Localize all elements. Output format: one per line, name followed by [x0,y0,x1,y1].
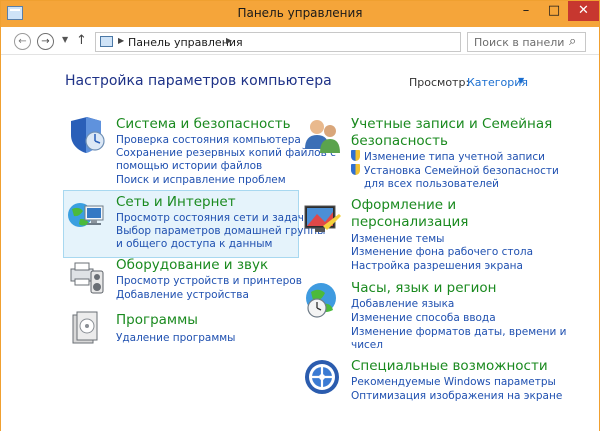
main-content: Настройка параметров компьютера Просмотр… [1,56,599,431]
back-button[interactable]: ← [14,33,31,50]
control-panel-icon [100,36,113,47]
category-link[interactable]: Просмотр устройств и принтеров [116,274,302,288]
category-link[interactable]: Изменение фона рабочего стола [351,245,533,259]
view-by-label: Просмотр: [409,76,470,89]
category-link[interactable]: Оптимизация изображения на экране [351,389,562,403]
category-link[interactable]: Просмотр состояния сети и задач [116,211,304,225]
category-link[interactable]: Изменение типа учетной записи [351,150,545,164]
close-button[interactable]: ✕ [568,1,599,21]
users-icon [305,120,340,153]
navigation-bar: ← → ▼ ↑ ▶ Панель управления ▶ ▼ ↻ Поиск … [1,27,599,55]
accessibility-icon [305,360,339,394]
programs-icon [72,311,98,344]
search-icon[interactable]: ⌕ [569,34,576,49]
category-title[interactable]: Оборудование и звук [116,257,268,274]
category-link[interactable]: Настройка разрешения экрана [351,259,523,273]
category-link[interactable]: помощью истории файлов [116,159,262,173]
maximize-button[interactable]: □ [540,1,568,21]
category-title[interactable]: Сеть и Интернет [116,194,236,211]
title-bar[interactable]: Панель управления – □ ✕ [1,1,599,27]
minimize-button[interactable]: – [512,1,540,21]
printer-icon [70,262,104,294]
address-bar[interactable]: ▶ Панель управления ▶ ▼ ↻ [95,32,547,52]
breadcrumb-chevron-icon[interactable]: ▶ [118,36,124,45]
category-title[interactable]: безопасность [351,133,448,150]
appearance-icon [304,205,341,232]
category-title[interactable]: Специальные возможности [351,358,548,375]
uac-shield-icon [351,164,360,175]
breadcrumb-chevron-icon[interactable]: ▶ [226,36,232,45]
category-link[interactable]: Проверка состояния компьютера [116,133,301,147]
category-link[interactable]: Удаление программы [116,331,235,345]
globe-network-icon [68,203,104,227]
category-link[interactable]: и общего доступа к данным [116,237,272,251]
category-link[interactable]: Изменение способа ввода [351,311,496,325]
globe-clock-icon [306,283,336,318]
page-title: Настройка параметров компьютера [65,73,332,89]
shield-icon [71,117,105,153]
category-title[interactable]: Система и безопасность [116,116,291,133]
recent-locations-dropdown[interactable]: ▼ [62,35,68,44]
window-title: Панель управления [237,6,363,20]
forward-button[interactable]: → [37,33,54,50]
category-link[interactable]: Добавление языка [351,297,454,311]
category-title[interactable]: персонализация [351,214,468,231]
category-link[interactable]: Поиск и исправление проблем [116,173,286,187]
category-title[interactable]: Программы [116,312,198,329]
category-link[interactable]: Рекомендуемые Windows параметры [351,375,556,389]
category-link[interactable]: Выбор параметров домашней группы [116,224,325,238]
up-button[interactable]: ↑ [76,33,87,48]
control-panel-window: Панель управления – □ ✕ ← → ▼ ↑ ▶ Панель… [0,0,600,431]
chevron-down-icon[interactable]: ▼ [518,76,524,85]
category-link[interactable]: Установка Семейной безопасности [351,164,559,178]
category-title[interactable]: Учетные записи и Семейная [351,116,552,133]
category-link[interactable]: Изменение форматов даты, времени и [351,325,566,339]
category-link[interactable]: для всех пользователей [364,177,499,191]
search-input[interactable]: Поиск в панели у... [474,36,566,49]
category-title[interactable]: Оформление и [351,197,456,214]
category-link[interactable]: Изменение темы [351,232,444,246]
category-link[interactable]: чисел [351,338,383,352]
search-box[interactable]: Поиск в панели у... ⌕ [467,32,586,52]
category-link[interactable]: Добавление устройства [116,288,249,302]
uac-shield-icon [351,150,360,161]
category-title[interactable]: Часы, язык и регион [351,280,497,297]
